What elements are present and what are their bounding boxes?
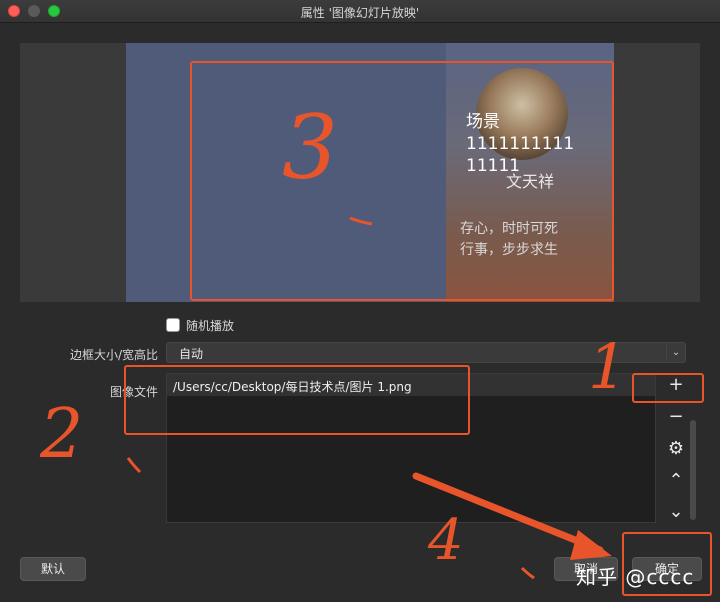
- annotation-arrow: [126, 216, 612, 580]
- watermark: 知乎 @cccc: [576, 565, 695, 589]
